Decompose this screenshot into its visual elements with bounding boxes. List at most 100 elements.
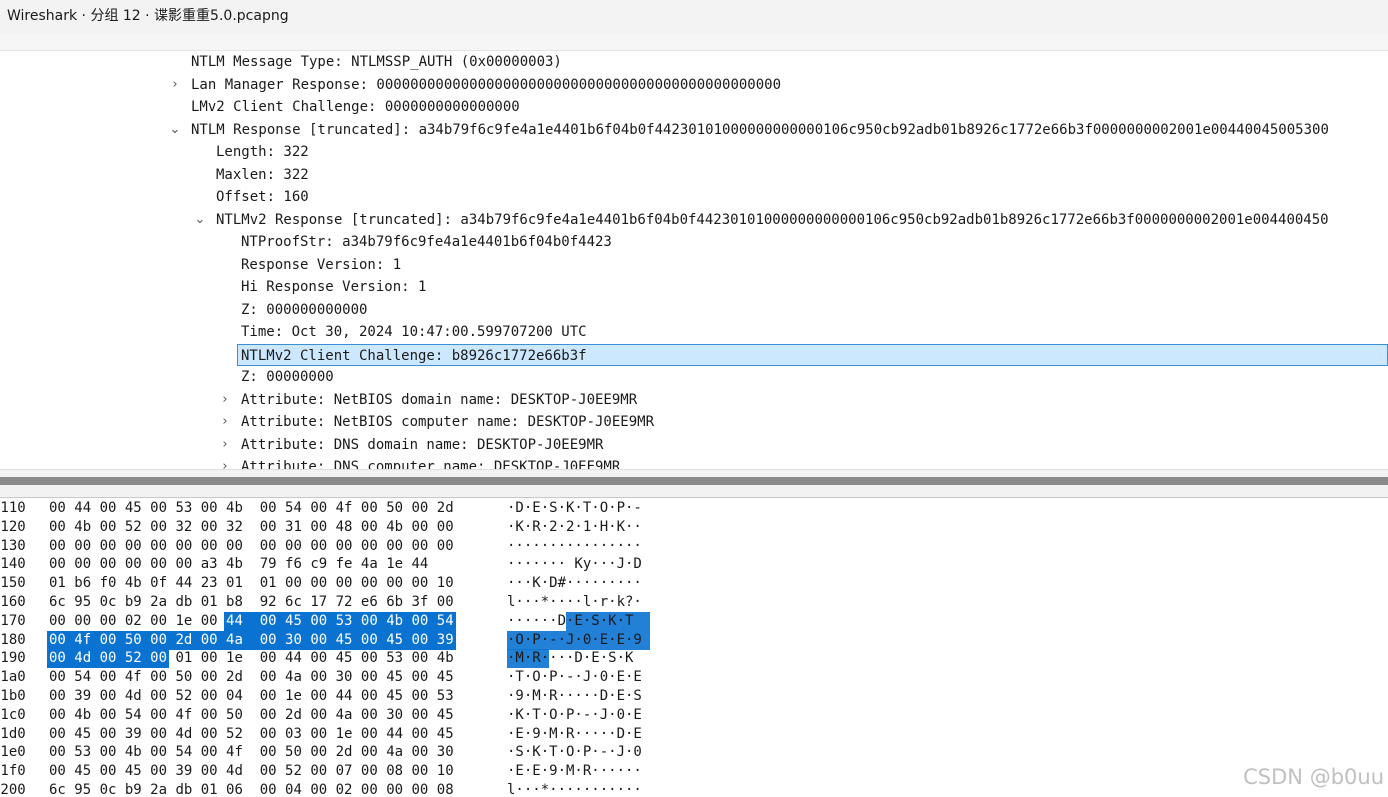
hex-byte[interactable]: 00	[310, 706, 327, 725]
hex-byte[interactable]: 00	[49, 499, 66, 518]
hex-byte[interactable]: 4d	[125, 687, 142, 706]
hex-byte[interactable]: fe	[336, 555, 353, 574]
hex-byte[interactable]: 45	[125, 762, 142, 781]
hex-ascii[interactable]: ·K·R·2·2·1·H·K··	[507, 518, 642, 537]
tree-row[interactable]: › Lan Manager Response: 00000000000000000…	[0, 74, 1388, 96]
hex-byte[interactable]: 4b	[226, 499, 243, 518]
hex-byte[interactable]: 07	[336, 762, 353, 781]
hex-byte[interactable]: 00	[201, 743, 218, 762]
hex-byte[interactable]: 00	[150, 555, 167, 574]
hex-ascii[interactable]: l···*···········	[507, 781, 642, 797]
hex-byte[interactable]: 00	[201, 518, 218, 537]
hex-byte[interactable]: 2d	[336, 743, 353, 762]
hex-byte[interactable]: 01	[226, 574, 243, 593]
hex-byte[interactable]: 44	[285, 649, 302, 668]
hex-byte[interactable]: 50	[175, 668, 192, 687]
hex-byte[interactable]: 6c	[49, 593, 66, 612]
hex-byte[interactable]: 00	[310, 518, 327, 537]
hex-byte[interactable]: 00	[260, 612, 277, 631]
hex-byte[interactable]: 00	[74, 537, 91, 556]
hex-byte[interactable]: 04	[285, 781, 302, 797]
hex-byte[interactable]: 44	[226, 612, 243, 631]
hex-ascii[interactable]: l···*····l·r·k?·	[507, 593, 642, 612]
hex-byte[interactable]: 00	[361, 706, 378, 725]
hex-byte[interactable]: 00	[310, 687, 327, 706]
hex-byte[interactable]: 00	[310, 574, 327, 593]
hex-byte[interactable]: 00	[175, 555, 192, 574]
hex-byte[interactable]: 00	[386, 537, 403, 556]
hex-byte[interactable]: 32	[226, 518, 243, 537]
hex-ascii[interactable]: ······D·E·S·K·T	[507, 612, 633, 631]
hex-byte[interactable]: 00	[361, 649, 378, 668]
hex-byte[interactable]: 30	[285, 631, 302, 650]
packet-bytes-pane[interactable]: 0110004400450053004b0054004f0050002d·D·E…	[0, 498, 1388, 797]
tree-row[interactable]: › Attribute: DNS domain name: DESKTOP-J0E…	[0, 434, 1388, 456]
hex-byte[interactable]: 00	[361, 574, 378, 593]
hex-byte[interactable]: 44	[386, 725, 403, 744]
hex-byte[interactable]: 00	[150, 687, 167, 706]
hex-byte[interactable]: 1e	[386, 555, 403, 574]
splitter-grip[interactable]	[0, 477, 1388, 485]
hex-byte[interactable]: 00	[150, 725, 167, 744]
hex-byte[interactable]: 08	[437, 781, 454, 797]
hex-byte[interactable]: 45	[74, 725, 91, 744]
hex-byte[interactable]: 4a	[226, 631, 243, 650]
hex-byte[interactable]: 39	[125, 725, 142, 744]
hex-byte[interactable]: 00	[150, 743, 167, 762]
hex-byte[interactable]: 00	[260, 725, 277, 744]
hex-line[interactable]: 01c0 00 4b 00 54 00 4f 00 50 00 2d 00 4a 00 30 00 45 ·K·T…	[0, 706, 1388, 725]
hex-byte[interactable]: 48	[336, 518, 353, 537]
hex-byte[interactable]: 00	[260, 762, 277, 781]
tree-row[interactable]: › Attribute: NetBIOS domain name: DESKTOP…	[0, 389, 1388, 411]
hex-byte[interactable]: 00	[150, 537, 167, 556]
hex-byte[interactable]: 00	[201, 725, 218, 744]
hex-byte[interactable]: f0	[100, 574, 117, 593]
hex-byte[interactable]: 00	[49, 649, 66, 668]
hex-byte[interactable]: 39	[175, 762, 192, 781]
hex-byte[interactable]: 53	[336, 612, 353, 631]
hex-ascii[interactable]: ······· Ky···J·D	[507, 555, 642, 574]
hex-byte[interactable]: 0f	[150, 574, 167, 593]
hex-byte[interactable]: b8	[226, 593, 243, 612]
hex-byte[interactable]: 54	[437, 612, 454, 631]
hex-byte[interactable]: 00	[411, 574, 428, 593]
hex-line[interactable]: 01e0 00 53 00 4b 00 54 00 4f 00 50 00 2d 00 4a 00 30 ·S·K…	[0, 743, 1388, 762]
hex-byte[interactable]: 23	[201, 574, 218, 593]
hex-byte[interactable]: 00	[100, 537, 117, 556]
hex-byte[interactable]: 00	[361, 725, 378, 744]
tree-row[interactable]: ⌄ NTLMv2 Response [truncated]: a34b79f6c9…	[0, 209, 1388, 231]
hex-byte[interactable]: 00	[386, 574, 403, 593]
hex-byte[interactable]: 4a	[336, 706, 353, 725]
hex-byte[interactable]: 00	[285, 574, 302, 593]
hex-byte[interactable]: 2d	[226, 668, 243, 687]
tree-row[interactable]: NTProofStr: a34b79f6c9fe4a1e4401b6f04b0f…	[0, 231, 1388, 253]
hex-byte[interactable]: 52	[125, 518, 142, 537]
hex-byte[interactable]: 00	[49, 555, 66, 574]
hex-byte[interactable]: 00	[260, 537, 277, 556]
hex-byte[interactable]: 52	[285, 762, 302, 781]
hex-byte[interactable]: 53	[175, 499, 192, 518]
hex-byte[interactable]: 54	[285, 499, 302, 518]
hex-byte[interactable]: 00	[49, 668, 66, 687]
tree-row[interactable]: › Attribute: DNS computer name: DESKTOP-J…	[0, 456, 1388, 469]
hex-byte[interactable]: 0c	[100, 781, 117, 797]
hex-byte[interactable]: 4a	[285, 668, 302, 687]
hex-byte[interactable]: 00	[437, 518, 454, 537]
hex-byte[interactable]: 02	[336, 781, 353, 797]
hex-byte[interactable]: 54	[125, 706, 142, 725]
hex-line[interactable]: 0180 00 4f 00 50 00 2d 00 4a 00 30 00 45 00 45 00 39 ·O·P…	[0, 630, 1388, 650]
hex-byte[interactable]: 00	[100, 649, 117, 668]
hex-byte[interactable]: 92	[260, 593, 277, 612]
hex-byte[interactable]: 45	[437, 725, 454, 744]
hex-byte[interactable]: 00	[125, 555, 142, 574]
hex-line[interactable]: 0140 00 00 00 00 00 00 a3 4b 79 f6 c9 fe 4a 1e 44 ······…	[0, 555, 1388, 574]
hex-byte[interactable]: 6b	[386, 593, 403, 612]
hex-byte[interactable]: 00	[49, 537, 66, 556]
hex-byte[interactable]: 00	[361, 743, 378, 762]
hex-byte[interactable]: 00	[411, 725, 428, 744]
hex-byte[interactable]: 00	[260, 687, 277, 706]
hex-byte[interactable]: 45	[336, 649, 353, 668]
hex-byte[interactable]: 2a	[150, 593, 167, 612]
hex-line[interactable]: 02006c950cb92adb01060004000200000008l···…	[0, 781, 1388, 797]
hex-byte[interactable]: 45	[437, 706, 454, 725]
